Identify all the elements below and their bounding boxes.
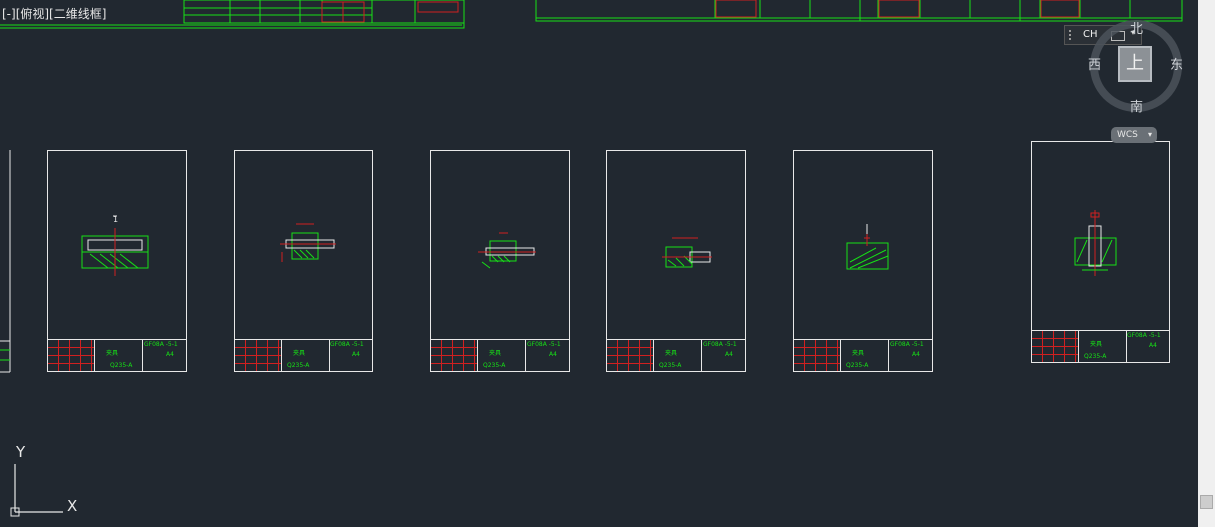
- top-sheet-right: [535, 0, 1183, 22]
- part-name: 夹具: [1090, 341, 1103, 348]
- ucs-icon: Y X: [10, 443, 77, 517]
- drawing-code: GF08A -5-1: [703, 341, 737, 348]
- title-block: 夹具 GF08A -5-1 A4 Q235-A: [235, 339, 372, 371]
- title-block-code-cell: GF08A -5-1 A4: [328, 340, 372, 371]
- title-block-code-cell: GF08A -5-1 A4: [525, 340, 569, 371]
- ime-grip-icon: [1069, 30, 1077, 40]
- drawing-sheet[interactable]: 夹具 GF08A -5-1 A4 Q235-A: [430, 150, 570, 372]
- material-code: Q235-A: [110, 362, 133, 369]
- drawing-code: GF08A -5-1: [890, 341, 924, 348]
- viewport-view-label[interactable]: [-][俯视][二维线框]: [2, 5, 106, 22]
- title-block: 夹具 GF08A -5-1 A4 Q235-A: [1032, 330, 1169, 362]
- title-block-grid: [1032, 331, 1079, 362]
- title-block: 夹具 GF08A -5-1 A4 Q235-A: [607, 339, 745, 371]
- part-name: 夹具: [489, 350, 502, 357]
- part-name: 夹具: [106, 350, 119, 357]
- view-cube[interactable]: 上 北 西 东 南: [1088, 18, 1183, 115]
- sheet-size: A4: [549, 351, 557, 358]
- compass-north-label[interactable]: 北: [1130, 18, 1143, 37]
- drawing-sheet[interactable]: 夹具 GF08A -5-1 A4 Q235-A: [793, 150, 933, 372]
- drawing-code: GF08A -5-1: [527, 341, 561, 348]
- drawing-sheet[interactable]: 1 夹具 GF08A -5-1 A4 Q235-A: [47, 150, 187, 372]
- title-block-code-cell: GF08A -5-1 A4: [142, 340, 186, 371]
- drawing-sheet[interactable]: 夹具 GF08A -5-1 A4 Q235-A: [234, 150, 373, 372]
- title-block-code-cell: GF08A -5-1 A4: [888, 340, 932, 371]
- drawing-sheet[interactable]: 夹具 GF08A -5-1 A4 Q235-A: [1031, 141, 1170, 363]
- left-partial-sheet: [0, 150, 11, 373]
- ucs-y-label: Y: [15, 443, 26, 461]
- compass-south-label[interactable]: 南: [1130, 96, 1143, 115]
- material-code: Q235-A: [846, 362, 869, 369]
- material-code: Q235-A: [483, 362, 506, 369]
- title-block-grid: [431, 340, 478, 371]
- part-name: 夹具: [293, 350, 306, 357]
- wcs-menu-button[interactable]: WCS ▾: [1111, 127, 1157, 143]
- sheet-size: A4: [1149, 342, 1157, 349]
- sheet-size: A4: [912, 351, 920, 358]
- top-sheet-right-red: [715, 0, 1080, 18]
- sheet-size: A4: [352, 351, 360, 358]
- title-block-code-cell: GF08A -5-1 A4: [1125, 331, 1169, 362]
- part-name: 夹具: [852, 350, 865, 357]
- ucs-x-label: X: [67, 497, 77, 515]
- title-block-grid: [794, 340, 841, 371]
- material-code: Q235-A: [287, 362, 310, 369]
- wcs-dropdown-icon: ▾: [1147, 130, 1152, 139]
- wcs-label: WCS: [1117, 130, 1138, 140]
- drawing-code: GF08A -5-1: [330, 341, 364, 348]
- title-block-grid: [607, 340, 654, 371]
- sheet-size: A4: [725, 351, 733, 358]
- sheet-size: A4: [166, 351, 174, 358]
- compass-east-label[interactable]: 东: [1170, 54, 1183, 73]
- view-cube-top-face[interactable]: 上: [1118, 46, 1152, 82]
- drawing-code: GF08A -5-1: [1127, 332, 1161, 339]
- part-name: 夹具: [665, 350, 678, 357]
- material-code: Q235-A: [659, 362, 682, 369]
- title-block: 夹具 GF08A -5-1 A4 Q235-A: [794, 339, 932, 371]
- compass-west-label[interactable]: 西: [1088, 54, 1101, 73]
- drawing-code: GF08A -5-1: [144, 341, 178, 348]
- top-sheet-left-red: [321, 1, 459, 23]
- title-block: 夹具 GF08A -5-1 A4 Q235-A: [48, 339, 186, 371]
- title-block: 夹具 GF08A -5-1 A4 Q235-A: [431, 339, 569, 371]
- title-block-grid: [48, 340, 95, 371]
- vertical-scrollbar[interactable]: [1198, 0, 1215, 527]
- drawing-sheet[interactable]: 夹具 GF08A -5-1 A4 Q235-A: [606, 150, 746, 372]
- vertical-scrollbar-thumb[interactable]: [1200, 495, 1213, 509]
- material-code: Q235-A: [1084, 353, 1107, 360]
- title-block-code-cell: GF08A -5-1 A4: [701, 340, 745, 371]
- sheet-label: 1: [113, 215, 119, 224]
- title-block-grid: [235, 340, 282, 371]
